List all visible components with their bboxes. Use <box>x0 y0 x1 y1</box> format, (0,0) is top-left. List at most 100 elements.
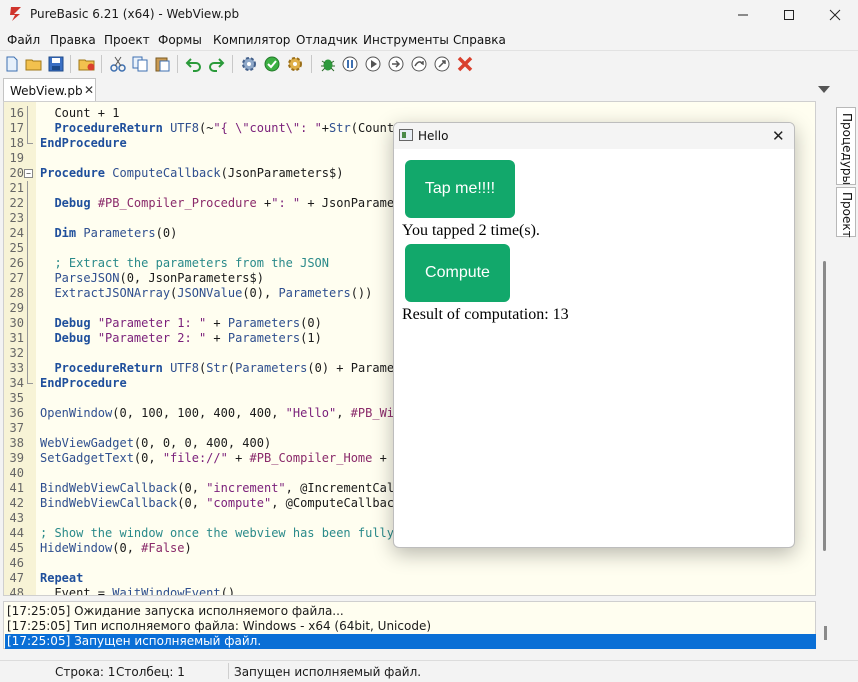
log-line: [17:25:05] Ожидание запуска исполняемого… <box>7 604 344 618</box>
step-over-icon[interactable] <box>410 55 428 73</box>
pause-icon[interactable] <box>341 55 359 73</box>
file-tab-bar: WebView.pb ✕ <box>0 78 836 101</box>
compute-button[interactable]: Compute <box>405 244 510 302</box>
line-number: 16 <box>9 106 24 120</box>
fold-line <box>27 376 33 384</box>
log-scrollbar-thumb[interactable] <box>824 626 827 640</box>
maximize-button[interactable] <box>766 0 812 30</box>
minimize-icon <box>738 14 748 16</box>
fold-toggle-icon[interactable]: − <box>24 169 33 178</box>
step-out-icon[interactable] <box>433 55 451 73</box>
toolbar-separator <box>70 55 71 73</box>
code-line: 48 Event = WaitWindowEvent() <box>4 586 815 596</box>
copy-icon[interactable] <box>131 55 149 73</box>
step-icon[interactable] <box>387 55 405 73</box>
file-tab-label: WebView.pb <box>10 84 83 98</box>
title-bar: PureBasic 6.21 (x64) - WebView.pb <box>0 0 858 30</box>
line-number: 38 <box>9 436 24 450</box>
hello-window: Hello ✕ Tap me!!!! You tapped 2 time(s).… <box>393 122 795 548</box>
line-number: 33 <box>9 361 24 375</box>
save-icon[interactable] <box>47 55 65 73</box>
code-text: Debug #PB_Compiler_Procedure +": " + Jso… <box>54 196 409 210</box>
redo-icon[interactable] <box>207 55 225 73</box>
tab-list-dropdown-icon[interactable] <box>818 86 830 93</box>
code-text: Repeat <box>40 571 84 585</box>
code-text: ParseJSON(0, JsonParameters$) <box>54 271 264 285</box>
line-number: 32 <box>9 346 24 360</box>
fold-line <box>27 136 33 144</box>
paste-icon[interactable] <box>153 55 171 73</box>
line-number: 43 <box>9 511 24 525</box>
window-icon <box>399 129 413 141</box>
new-file-icon[interactable] <box>3 55 21 73</box>
menu-help[interactable]: Справка <box>453 33 506 47</box>
menu-debugger[interactable]: Отладчик <box>296 33 358 47</box>
code-text: OpenWindow(0, 100, 100, 400, 400, "Hello… <box>40 406 409 420</box>
close-file-icon[interactable] <box>78 55 96 73</box>
line-number: 18 <box>9 136 24 150</box>
tap-me-button[interactable]: Tap me!!!! <box>405 160 515 218</box>
code-text: ProcedureReturn UTF8(Str(Parameters(0) +… <box>54 361 409 375</box>
code-text: ; Show the window once the webview has b… <box>40 526 409 540</box>
hello-window-title: Hello <box>418 129 449 143</box>
minimize-button[interactable] <box>720 0 766 30</box>
menu-tools[interactable]: Инструменты <box>363 33 449 47</box>
editor-scrollbar-thumb[interactable] <box>823 261 826 551</box>
line-number: 44 <box>9 526 24 540</box>
tab-project[interactable]: Проект <box>836 187 856 238</box>
file-tab-webview[interactable]: WebView.pb ✕ <box>3 78 96 101</box>
status-divider <box>228 663 229 679</box>
code-text: SetGadgetText(0, "file://" + #PB_Compile… <box>40 451 409 465</box>
line-number: 30 <box>9 316 24 330</box>
kill-program-icon[interactable] <box>456 55 474 73</box>
line-number: 29 <box>9 301 24 315</box>
toolbar-separator <box>177 55 178 73</box>
menu-file[interactable]: Файл <box>7 33 40 47</box>
menu-forms[interactable]: Формы <box>158 33 202 47</box>
fold-line <box>27 181 28 196</box>
fold-line <box>27 346 28 361</box>
compiler-log[interactable]: [17:25:05] Ожидание запуска исполняемого… <box>3 601 816 649</box>
toolbar-separator <box>232 55 233 73</box>
cut-icon[interactable] <box>109 55 127 73</box>
code-text: EndProcedure <box>40 136 127 150</box>
maximize-icon <box>784 10 794 20</box>
status-bar: Строка: 1 Столбец: 1 Запущен исполняемый… <box>0 660 858 682</box>
continue-icon[interactable] <box>364 55 382 73</box>
code-line: 47 Repeat <box>4 571 815 586</box>
code-line: 16 Count + 1 <box>4 106 815 121</box>
code-text: Event = WaitWindowEvent() <box>40 586 236 596</box>
debugger-bug-icon[interactable] <box>319 55 337 73</box>
tab-procedures[interactable]: Процедуры <box>836 107 856 185</box>
close-window-button[interactable] <box>812 0 858 30</box>
status-column: Столбец: 1 <box>116 665 185 679</box>
line-number: 36 <box>9 406 24 420</box>
line-number: 17 <box>9 121 24 135</box>
compile-run-icon[interactable] <box>263 55 281 73</box>
menu-edit[interactable]: Правка <box>50 33 96 47</box>
code-text: Debug "Parameter 1: " + Parameters(0) <box>54 316 322 330</box>
compiler-options-icon[interactable] <box>240 55 258 73</box>
build-settings-icon[interactable] <box>286 55 304 73</box>
editor-scrollbar[interactable] <box>818 101 832 596</box>
fold-line <box>27 361 28 376</box>
log-line-selected: [17:25:05] Запущен исполняемый файл. <box>5 634 816 649</box>
fold-line <box>27 211 28 226</box>
code-text: Procedure ComputeCallback(JsonParameters… <box>40 166 344 180</box>
close-tab-icon[interactable]: ✕ <box>84 83 94 97</box>
code-text: Dim Parameters(0) <box>54 226 178 240</box>
code-text: BindWebViewCallback(0, "increment", @Inc… <box>40 481 409 495</box>
line-number: 47 <box>9 571 24 585</box>
undo-icon[interactable] <box>185 55 203 73</box>
line-number: 42 <box>9 496 24 510</box>
tab-project-label: Проект <box>840 192 854 238</box>
menu-project[interactable]: Проект <box>104 33 150 47</box>
toolbar <box>0 50 858 76</box>
line-number: 35 <box>9 391 24 405</box>
line-number: 21 <box>9 181 24 195</box>
menu-compiler[interactable]: Компилятор <box>213 33 290 47</box>
line-number: 23 <box>9 211 24 225</box>
open-folder-icon[interactable] <box>25 55 43 73</box>
close-icon[interactable]: ✕ <box>772 127 785 145</box>
fold-line <box>27 106 28 121</box>
